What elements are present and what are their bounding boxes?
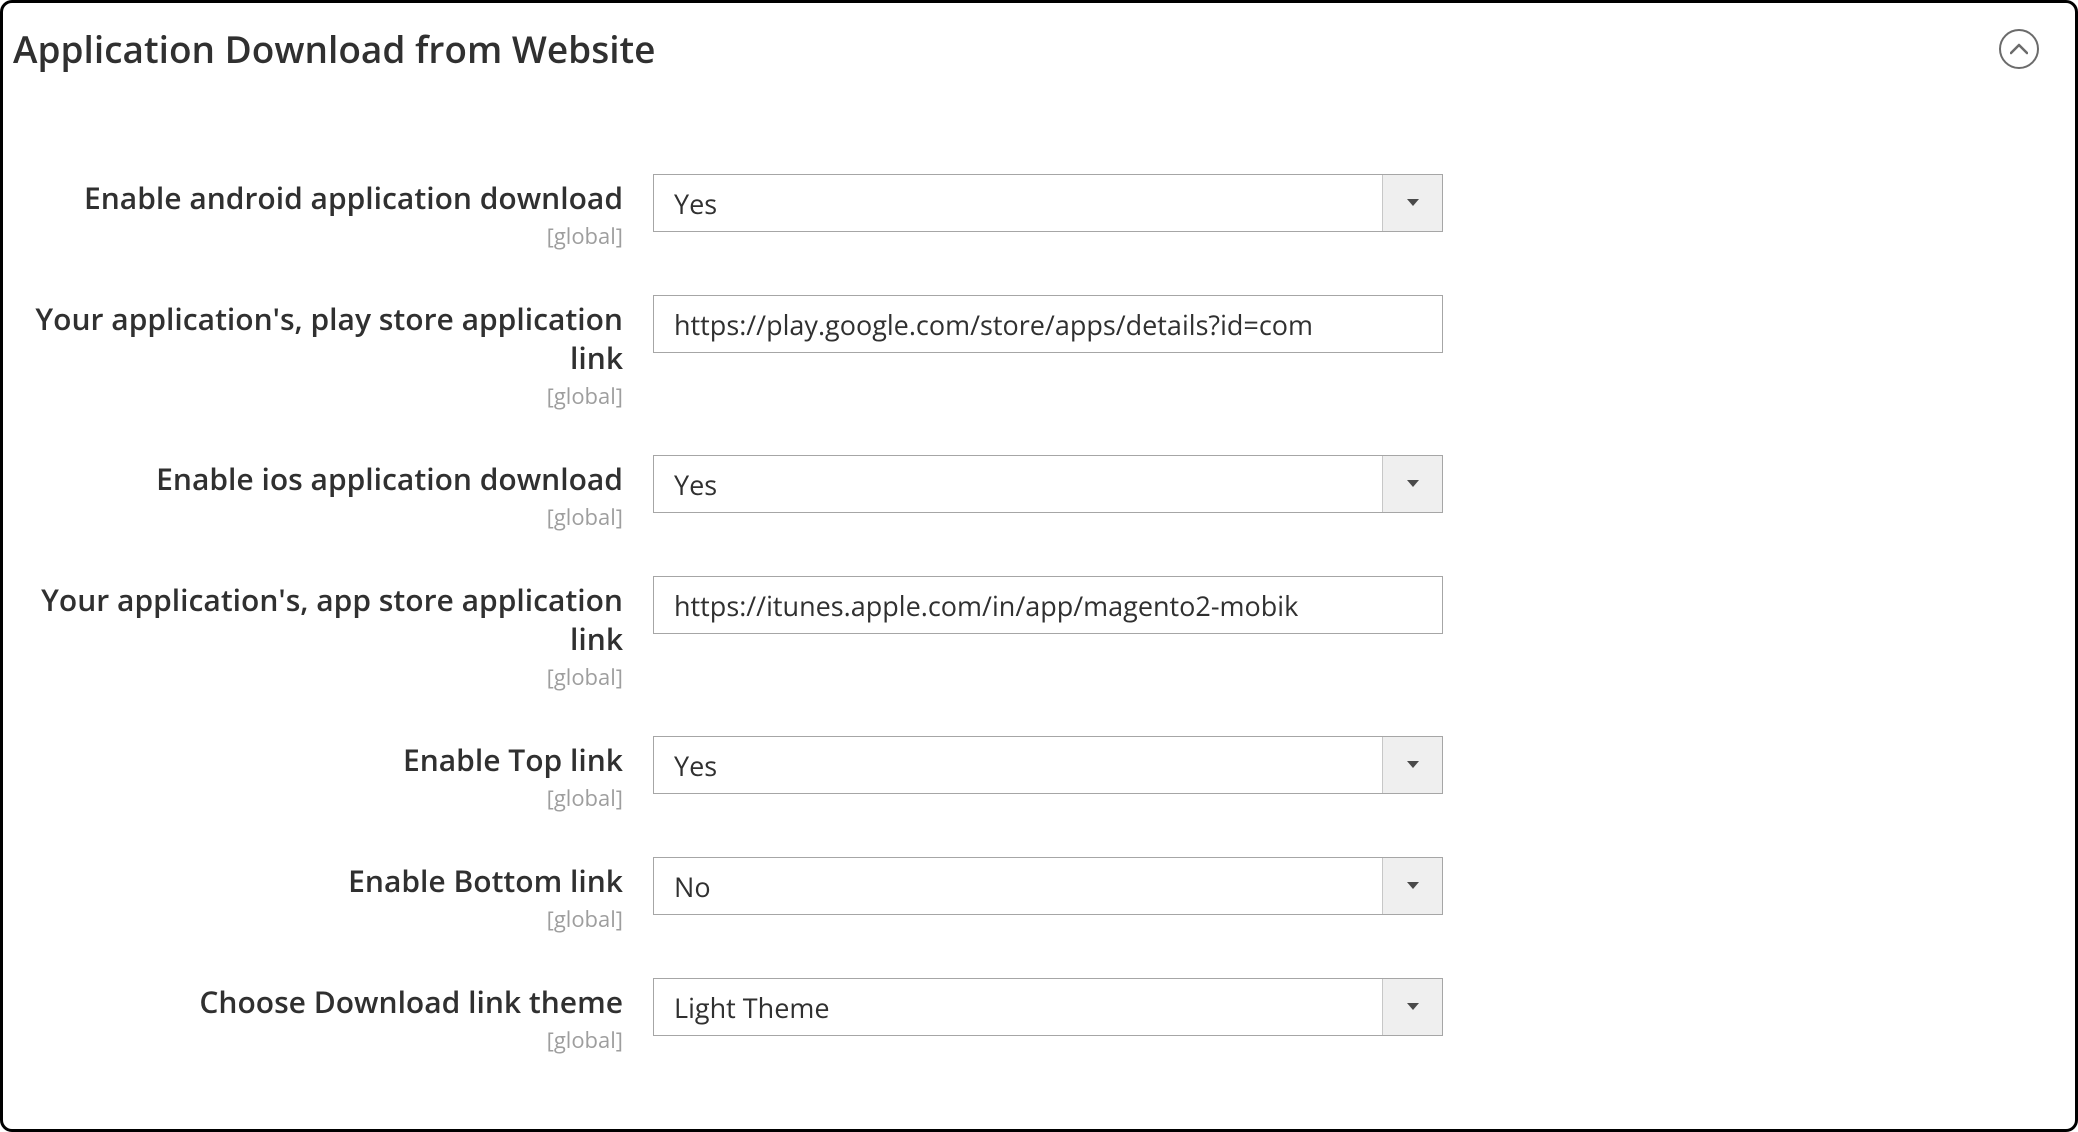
play-store-link-input[interactable] [653,295,1443,353]
scope-label: [global] [13,662,623,692]
field-label: Your application's, play store applicati… [13,299,623,377]
control-column [653,576,1443,634]
select-value: Yes [654,747,1382,784]
app-store-link-input[interactable] [653,576,1443,634]
control-column [653,295,1443,353]
scope-label: [global] [13,381,623,411]
scope-label: [global] [13,904,623,934]
scope-label: [global] [13,502,623,532]
chevron-up-icon [2010,43,2028,55]
label-column: Your application's, app store applicatio… [13,576,653,692]
control-column: Yes [653,736,1443,794]
caret-down-icon [1406,198,1420,208]
label-column: Your application's, play store applicati… [13,295,653,411]
fields-container: Enable android application download [glo… [13,174,2045,1055]
enable-android-select[interactable]: Yes [653,174,1443,232]
field-enable-bottom-link: Enable Bottom link [global] No [13,857,2045,934]
label-column: Enable Top link [global] [13,736,653,813]
section-header: Application Download from Website [13,23,2045,114]
field-enable-android: Enable android application download [glo… [13,174,2045,251]
enable-bottom-link-select[interactable]: No [653,857,1443,915]
scope-label: [global] [13,1025,623,1055]
dropdown-arrow [1382,737,1442,793]
select-value: Yes [654,185,1382,222]
section-title: Application Download from Website [13,23,656,74]
select-value: No [654,868,1382,905]
enable-ios-select[interactable]: Yes [653,455,1443,513]
field-download-link-theme: Choose Download link theme [global] Ligh… [13,978,2045,1055]
select-value: Light Theme [654,989,1382,1026]
label-column: Enable Bottom link [global] [13,857,653,934]
field-label: Enable ios application download [13,459,623,498]
label-column: Choose Download link theme [global] [13,978,653,1055]
select-value: Yes [654,466,1382,503]
caret-down-icon [1406,1002,1420,1012]
dropdown-arrow [1382,858,1442,914]
field-label: Choose Download link theme [13,982,623,1021]
field-label: Your application's, app store applicatio… [13,580,623,658]
field-enable-ios: Enable ios application download [global]… [13,455,2045,532]
dropdown-arrow [1382,456,1442,512]
download-link-theme-select[interactable]: Light Theme [653,978,1443,1036]
control-column: Yes [653,455,1443,513]
scope-label: [global] [13,221,623,251]
config-section-panel: Application Download from Website Enable… [0,0,2078,1132]
collapse-button[interactable] [1999,29,2039,69]
field-label: Enable Bottom link [13,861,623,900]
enable-top-link-select[interactable]: Yes [653,736,1443,794]
control-column: Light Theme [653,978,1443,1036]
scope-label: [global] [13,783,623,813]
field-label: Enable android application download [13,178,623,217]
field-enable-top-link: Enable Top link [global] Yes [13,736,2045,813]
label-column: Enable ios application download [global] [13,455,653,532]
field-app-store-link: Your application's, app store applicatio… [13,576,2045,692]
caret-down-icon [1406,881,1420,891]
dropdown-arrow [1382,175,1442,231]
caret-down-icon [1406,760,1420,770]
field-play-store-link: Your application's, play store applicati… [13,295,2045,411]
control-column: No [653,857,1443,915]
label-column: Enable android application download [glo… [13,174,653,251]
field-label: Enable Top link [13,740,623,779]
caret-down-icon [1406,479,1420,489]
dropdown-arrow [1382,979,1442,1035]
control-column: Yes [653,174,1443,232]
